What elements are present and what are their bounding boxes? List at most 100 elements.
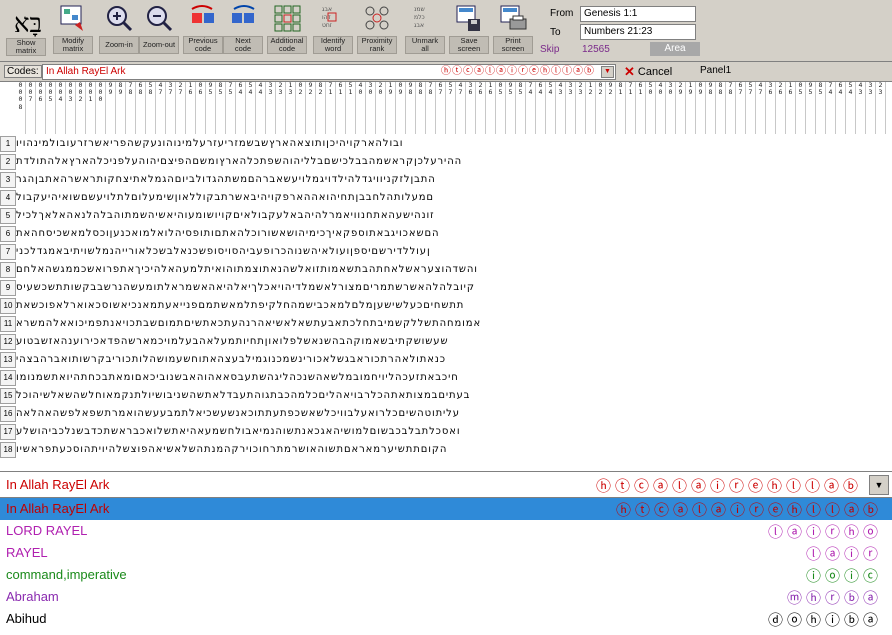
column-header: 33 (866, 82, 876, 134)
matrix-row[interactable]: התבןלזקניוויגדלהילדויגמלויעשאברהםמשתהגדו… (16, 172, 892, 188)
save-screen-icon (453, 2, 485, 34)
to-field[interactable]: Numbers 21:23 (580, 24, 696, 40)
column-header: 64 (536, 82, 546, 134)
matrix-row[interactable]: עליתוטהשיםכלרואעלבוויכלשאשכפתעתתוכאנשעשכ… (16, 406, 892, 422)
skip-value: 12565 (582, 44, 610, 55)
column-header: 58 (146, 82, 156, 134)
matrix-row[interactable]: הםשאכויגבאתוספקאיךכימיהושאשורוכלהאתםותופ… (16, 226, 892, 242)
column-header: 33 (266, 82, 276, 134)
range-panel: From Genesis 1:1 To Numbers 21:23 Skip 1… (538, 4, 890, 58)
matrix-row[interactable]: םמעלותהלחבבןתחיהואההארפקויהיבאשרתבקוללאו… (16, 190, 892, 206)
chevron-down-icon[interactable]: ▼ (869, 475, 889, 495)
zoom-in-button[interactable]: Zoom-in (98, 2, 140, 60)
column-header: 67 (436, 82, 446, 134)
column-headers: 0008007006005004003002001000998978685847… (16, 82, 892, 134)
modify-matrix-button[interactable]: Modify matrix (52, 2, 94, 60)
column-header: 92 (606, 82, 616, 134)
chevron-down-icon[interactable]: ▼ (601, 66, 614, 78)
column-header: 23 (276, 82, 286, 134)
column-header: 71 (326, 82, 336, 134)
letter-matrix[interactable]: 0008007006005004003002001000998978685847… (0, 82, 892, 472)
column-header: 36 (466, 82, 476, 134)
column-header: 36 (766, 82, 776, 134)
matrix-row[interactable]: ואסכלתבלבכבשוםלמושיהאגכאנתשוהנמיאבולחשמע… (16, 424, 892, 440)
previous-code-label: Previous code (183, 36, 223, 54)
identify-word-button[interactable]: אבג דהו זחט Identify word (312, 2, 354, 60)
zoom-out-button[interactable]: Zoom-out (138, 2, 180, 60)
next-code-button[interactable]: Next code (222, 2, 264, 60)
matrix-row[interactable]: חיכבאתזעכהליויחמובמלשאהשנכהליגהשתעבסאאהו… (16, 370, 892, 386)
cancel-button[interactable]: ✕ Cancel (624, 64, 684, 80)
previous-code-button[interactable]: Previous code (182, 2, 224, 60)
from-field[interactable]: Genesis 1:1 (580, 6, 696, 22)
zoom-in-icon (103, 2, 135, 34)
matrix-row[interactable]: בעתיםבמצותאתהכלרבויאהליםכלמהכבתגוהתעבדלא… (16, 388, 892, 404)
code-list-item[interactable]: Abihud ⓓⓞⓗⓘⓑⓐ (0, 608, 892, 630)
codes-bar: Codes: In Allah RayEl Ark ⓗⓣⓒⓐⓛⓐⓘⓡⓔⓗⓛⓛⓐⓑ… (0, 62, 892, 82)
save-screen-button[interactable]: Save screen (448, 2, 490, 60)
matrix-row[interactable]: ןעוללדירשםיספןועולאיהשנוהכרופעביהסויסופש… (16, 244, 892, 260)
column-header: 30 (666, 82, 676, 134)
next-code-label: Next code (223, 36, 263, 54)
matrix-row[interactable]: ובולהארקויהיכןותוצאהארץשבשמזריעזרעלמינוה… (16, 136, 892, 152)
matrix-row[interactable]: הקוםתתשיערמאראםתשוהאושרמתרחוכוירקהמנתהשל… (16, 442, 892, 458)
matrix-row[interactable]: זונהישעהאתחנוויאמרלהיהבאלעקבולאיםקויושומ… (16, 208, 892, 224)
column-header: 26 (776, 82, 786, 134)
code-list-item[interactable]: RAYEL ⓛⓐⓘⓡ (0, 542, 892, 564)
column-header: 13 (286, 82, 296, 134)
proximity-rank-button[interactable]: Proximity rank (356, 2, 398, 60)
matrix-row[interactable]: כנאתולאהרתכוראבגשלאכורינשמכנוגמילבעצהאתו… (16, 352, 892, 368)
column-header: 27 (176, 82, 186, 134)
column-header: 50 (646, 82, 656, 134)
additional-code-button[interactable]: Additional code (266, 2, 308, 60)
to-label: To (550, 27, 561, 38)
unmark-all-label: Unmark all (405, 36, 445, 54)
svg-text:דהו: דהו (322, 14, 332, 21)
matrix-row[interactable]: והשדהוצעראשלאחתהבתשאמותזואלשהנאתוצמתוהוא… (16, 262, 892, 278)
column-header: 85 (216, 82, 226, 134)
codes-value: In Allah RayEl Ark (46, 66, 126, 77)
column-header: 68 (136, 82, 146, 134)
code-list: In Allah RayEl Ark ⓗⓣⓒⓐⓛⓐⓘⓡⓔⓗⓛⓛⓐⓑ LORD RAY… (0, 498, 892, 635)
column-header: 95 (806, 82, 816, 134)
column-header: 37 (166, 82, 176, 134)
unmark-all-button[interactable]: שמנ כלמ אבג Unmark all (404, 2, 446, 60)
row-number: 9 (0, 280, 16, 296)
matrix-row[interactable]: ההירעלכןקראשמהבבלכישםבלליהוהשפתכלהארץומש… (16, 154, 892, 170)
column-header: 000 (96, 82, 106, 134)
column-header: 61 (336, 82, 346, 134)
column-header: 09 (696, 82, 706, 134)
panel-label: Panel1 (700, 65, 732, 76)
svg-text:זחט: זחט (322, 22, 332, 29)
code-combo[interactable]: In Allah RayEl Ark ⓗⓣⓒⓐⓛⓐⓘⓡⓔⓗⓛⓛⓐⓑ ▼ (0, 472, 892, 498)
column-header: 78 (426, 82, 436, 134)
modify-matrix-label: Modify matrix (53, 36, 93, 54)
code-list-item[interactable]: LORD RAYEL ⓛⓐⓘⓡⓗⓞ (0, 520, 892, 542)
matrix-row[interactable]: תתשחיםכעלשישעןמלםלמאכבישמהחלקיפתלמאשתמםפ… (16, 298, 892, 314)
code-list-item[interactable]: command,imperative ⓘⓞⓘⓒ (0, 564, 892, 586)
codes-select[interactable]: In Allah RayEl Ark ⓗⓣⓒⓐⓛⓐⓘⓡⓔⓗⓛⓛⓐⓑ ▼ (42, 64, 616, 80)
column-header: 007 (26, 82, 36, 134)
matrix-row[interactable]: שעשושקתיבשאמוקהבהשנאשלפלואוןתחיותמעלאהבע… (16, 334, 892, 350)
close-icon: ✕ (624, 64, 635, 79)
print-screen-button[interactable]: Print screen (492, 2, 534, 60)
column-header: 16 (786, 82, 796, 134)
column-header: 16 (186, 82, 196, 134)
matrix-row[interactable]: אמומחהתשללקשמיבתחלכתאבעתשאלאשיאהרנהעתכאת… (16, 316, 892, 332)
zoom-out-label: Zoom-out (139, 36, 179, 54)
column-header: 06 (196, 82, 206, 134)
column-header: 61 (636, 82, 646, 134)
row-number: 16 (0, 406, 16, 422)
code-list-item[interactable]: In Allah RayEl Ark ⓗⓣⓒⓐⓛⓐⓘⓡⓔⓗⓛⓛⓐⓑ (0, 498, 892, 520)
code-list-item[interactable]: Abraham ⓜⓗⓡⓑⓐ (0, 586, 892, 608)
code-list-item-label: Abraham (6, 589, 59, 604)
column-header: 74 (526, 82, 536, 134)
row-number: 7 (0, 244, 16, 260)
matrix-row[interactable]: קיובלהלהאשרשתמריםמצורלאשמלדיהויאכלךיאלהי… (16, 280, 892, 296)
column-header: 12 (586, 82, 596, 134)
column-header: 003 (66, 82, 76, 134)
codes-hebrew: ⓗⓣⓒⓐⓛⓐⓘⓡⓔⓗⓛⓛⓐⓑ (441, 66, 595, 77)
area-button[interactable]: Area (650, 42, 700, 56)
column-header: 75 (226, 82, 236, 134)
show-matrix-button[interactable]: Show matrix (6, 36, 46, 60)
